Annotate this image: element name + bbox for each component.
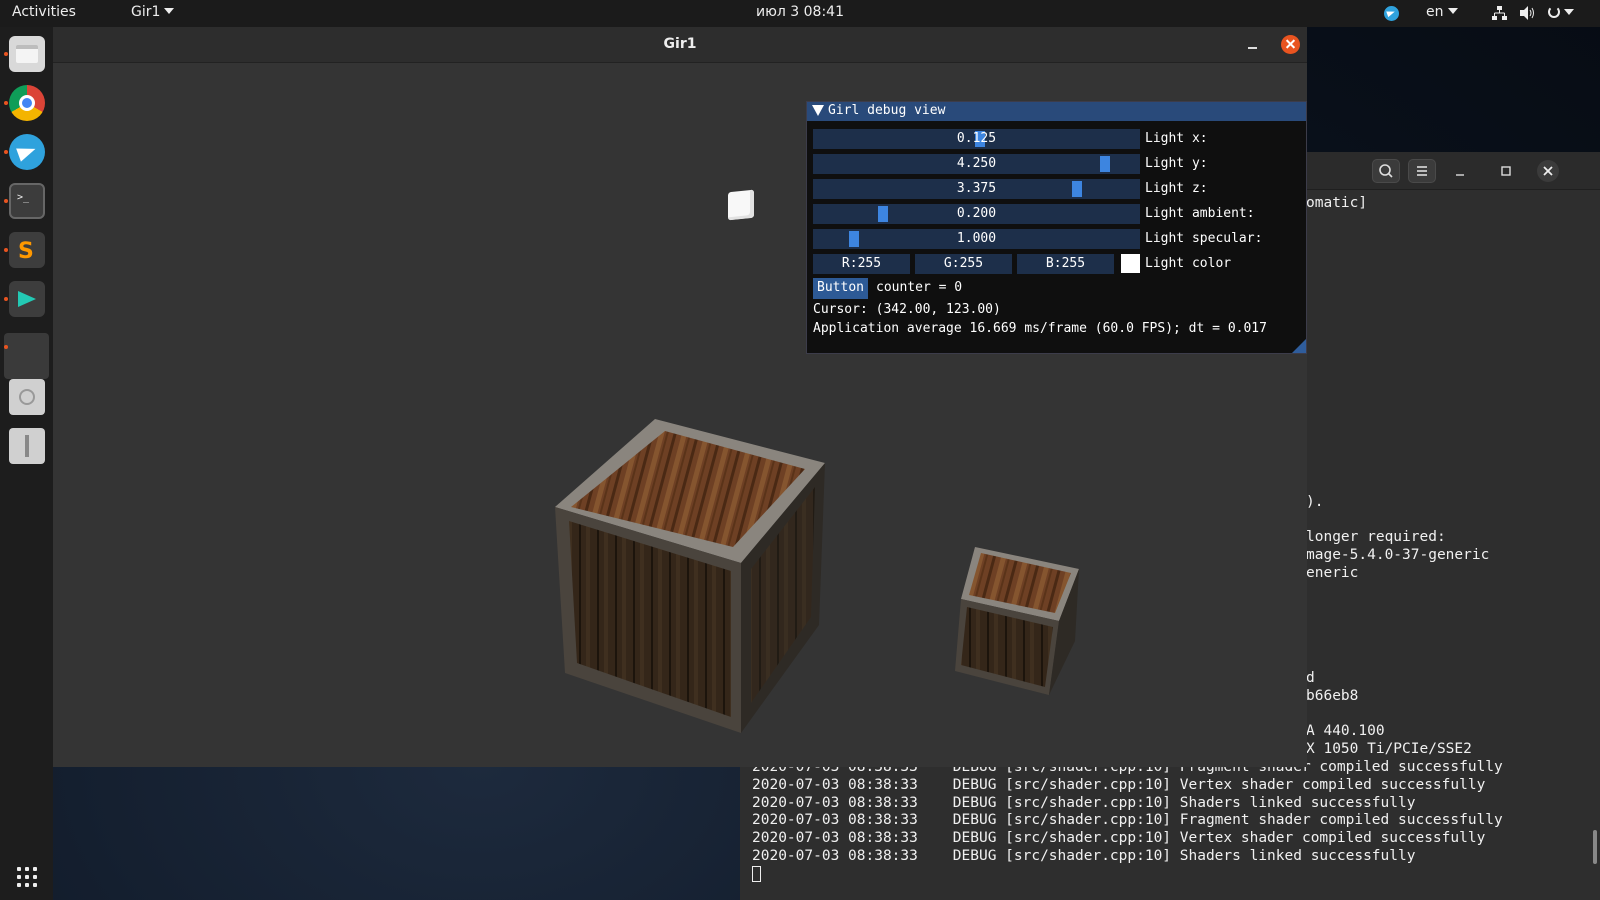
active-app-icon[interactable] [9, 337, 45, 373]
slider-value: 0.200 [956, 206, 997, 221]
color-swatch[interactable] [1121, 254, 1140, 273]
debug-button[interactable]: Button [813, 278, 868, 299]
debug-panel-titlebar[interactable]: Girl debug view [807, 102, 1306, 121]
window-titlebar[interactable]: Gir1 [53, 27, 1307, 63]
light-specular-label: Light specular: [1145, 231, 1263, 246]
top-bar: Activities Gir1 июл 3 08:41 en [0, 0, 1600, 27]
chevron-down-icon [1447, 8, 1458, 14]
terminal-line: A 440.100 [1306, 723, 1385, 739]
color-red-input[interactable]: R:255 [813, 254, 910, 274]
app-menu[interactable]: Gir1 [131, 4, 175, 20]
activities-button[interactable]: Activities [12, 4, 76, 20]
slider-value: 3.375 [956, 181, 997, 196]
light-ambient-slider[interactable]: 0.200 [813, 204, 1140, 224]
terminal-log-line: 2020-07-03 08:38:33 DEBUG [src/shader.cp… [752, 848, 1416, 864]
hamburger-menu-icon [1417, 166, 1427, 176]
dock: >_ S [0, 27, 53, 900]
light-z-slider[interactable]: 3.375 [813, 179, 1140, 199]
terminal-line: ). [1306, 494, 1324, 510]
telegram-tray-icon[interactable] [1384, 6, 1399, 21]
large-wooden-crate [555, 419, 825, 733]
power-icon [1548, 6, 1560, 18]
terminal-close-button[interactable] [1537, 160, 1559, 182]
terminal-menu-button[interactable] [1408, 159, 1436, 183]
running-indicator [4, 199, 8, 203]
clock[interactable]: июл 3 08:41 [756, 4, 844, 20]
terminal-line: d [1306, 670, 1315, 686]
terminal-line: eneric [1306, 565, 1359, 581]
running-indicator [4, 101, 8, 105]
window-title-container: Gir1 [53, 36, 1307, 52]
minimize-icon[interactable] [1452, 164, 1468, 180]
cursor-text: Cursor: (342.00, 123.00) [813, 302, 1001, 317]
chevron-down-icon [1564, 9, 1574, 15]
volume-icon[interactable] [1520, 6, 1536, 20]
light-y-slider[interactable]: 4.250 [813, 154, 1140, 174]
app-menu-label: Gir1 [131, 4, 161, 20]
language-selector[interactable]: en [1426, 4, 1458, 20]
vscode-icon[interactable] [9, 281, 45, 317]
small-wooden-crate [955, 547, 1079, 695]
sublime-text-icon[interactable]: S [9, 232, 45, 268]
terminal-line: mage-5.4.0-37-generic [1306, 547, 1490, 563]
close-icon[interactable] [1281, 35, 1300, 54]
terminal-scrollbar[interactable] [1593, 830, 1597, 864]
files-icon[interactable] [9, 36, 45, 72]
fps-text: Application average 16.669 ms/frame (60.… [813, 321, 1267, 336]
slider-value: 4.250 [956, 156, 997, 171]
color-blue-input[interactable]: B:255 [1017, 254, 1114, 274]
show-applications-icon[interactable] [17, 867, 37, 887]
minimize-icon[interactable] [1243, 35, 1263, 55]
running-indicator [4, 345, 8, 349]
terminal-icon[interactable]: >_ [9, 183, 45, 219]
power-menu[interactable] [1548, 5, 1588, 21]
usb-drive-icon[interactable] [9, 428, 45, 464]
light-x-slider[interactable]: 0.125 [813, 129, 1140, 149]
running-indicator [4, 248, 8, 252]
light-x-label: Light x: [1145, 131, 1208, 146]
light-color-label: Light color [1145, 256, 1232, 271]
light-source-cube [728, 189, 754, 221]
terminal-cursor [752, 866, 761, 882]
slider-value: 0.125 [956, 131, 997, 146]
terminal-line: b66eb8 [1306, 688, 1359, 704]
running-indicator [4, 297, 8, 301]
slider-value: 1.000 [956, 231, 997, 246]
terminal-line: X 1050 Ti/PCIe/SSE2 [1306, 741, 1472, 757]
chrome-icon[interactable] [9, 85, 45, 121]
debug-panel-title: Girl debug view [828, 103, 946, 118]
running-indicator [4, 52, 8, 56]
terminal-log-line: 2020-07-03 08:38:33 DEBUG [src/shader.cp… [752, 777, 1486, 793]
resize-grip[interactable] [1292, 339, 1306, 353]
terminal-log-line: 2020-07-03 08:38:33 DEBUG [src/shader.cp… [752, 830, 1486, 846]
terminal-log-line: 2020-07-03 08:38:33 DEBUG [src/shader.cp… [752, 812, 1503, 828]
render-viewport[interactable]: Girl debug view 0.125 Light x: 4.250 Lig… [53, 63, 1307, 767]
running-indicator [4, 150, 8, 154]
window-title: Gir1 [663, 36, 697, 52]
terminal-search-button[interactable] [1372, 159, 1400, 183]
telegram-icon[interactable] [9, 134, 45, 170]
light-specular-slider[interactable]: 1.000 [813, 229, 1140, 249]
maximize-icon[interactable] [1498, 163, 1514, 179]
terminal-log-line: 2020-07-03 08:38:33 DEBUG [src/shader.cp… [752, 795, 1416, 811]
color-green-input[interactable]: G:255 [915, 254, 1012, 274]
optical-drive-icon[interactable] [9, 379, 45, 415]
collapse-triangle-icon[interactable] [812, 105, 824, 116]
terminal-line: omatic] [1306, 195, 1368, 211]
light-z-label: Light z: [1145, 181, 1208, 196]
app-window[interactable]: Gir1 Girl debug view 0.125 Light x: 4.25… [53, 27, 1307, 767]
terminal-line: longer required: [1306, 529, 1446, 545]
network-icon[interactable] [1492, 6, 1507, 20]
counter-text: counter = 0 [876, 280, 963, 295]
close-icon [1543, 166, 1553, 176]
search-icon [1379, 164, 1393, 178]
clock-container: июл 3 08:41 [0, 4, 1600, 20]
chevron-down-icon [164, 8, 175, 14]
light-y-label: Light y: [1145, 156, 1208, 171]
language-label: en [1426, 4, 1444, 20]
light-ambient-label: Light ambient: [1145, 206, 1255, 221]
debug-panel[interactable]: Girl debug view 0.125 Light x: 4.250 Lig… [806, 101, 1307, 354]
